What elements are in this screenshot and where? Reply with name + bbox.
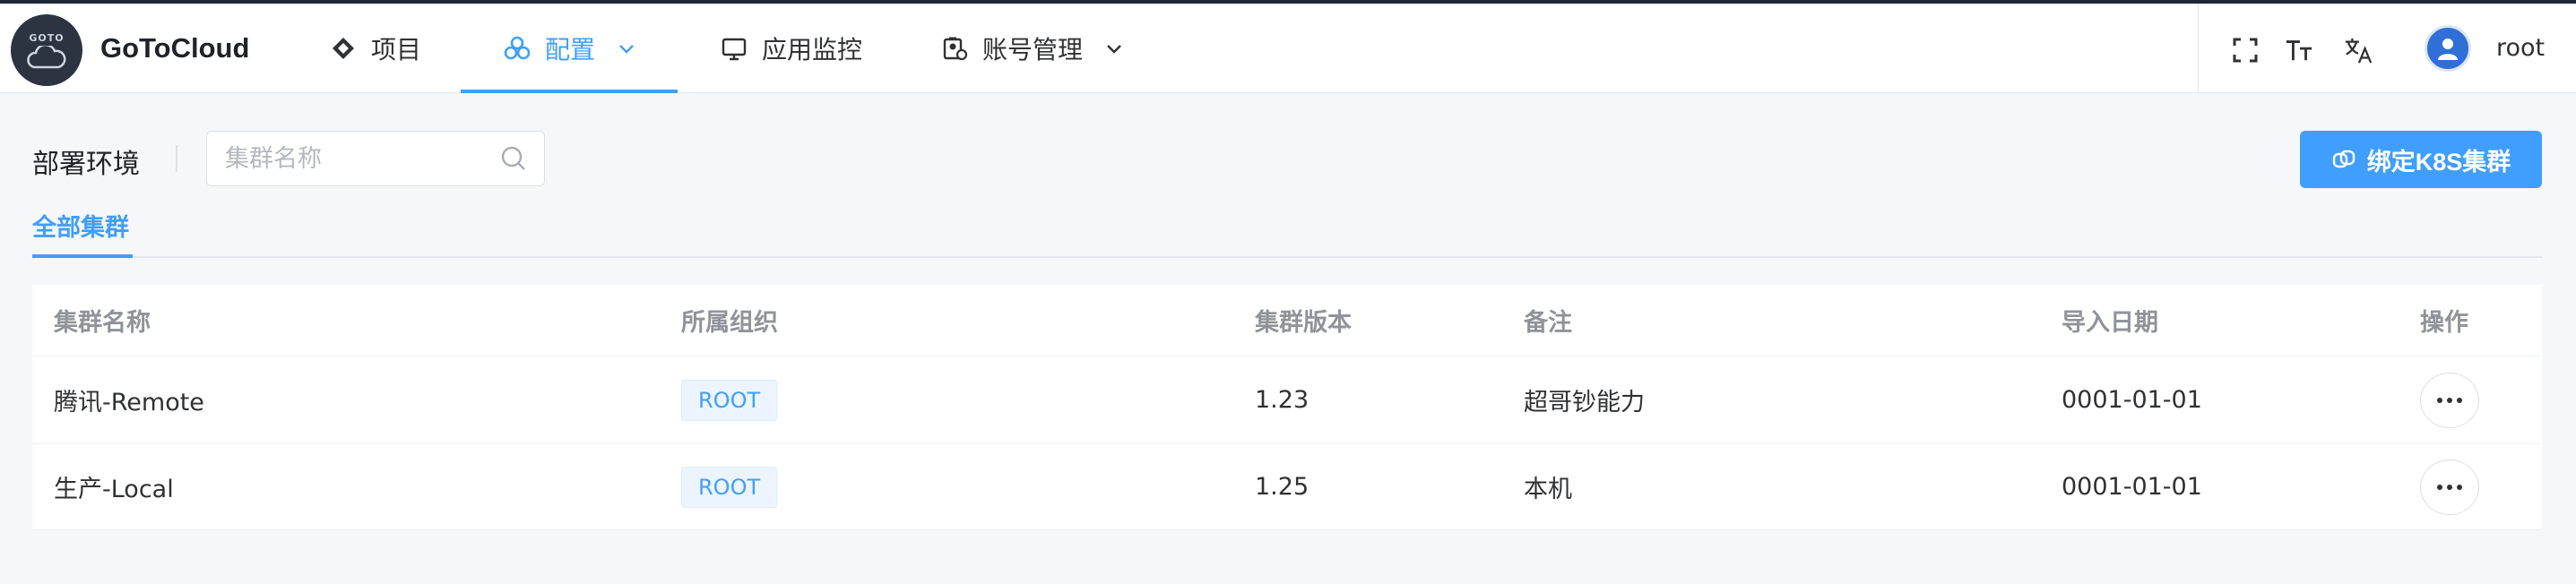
fullscreen-icon[interactable]: [2231, 36, 2260, 64]
user-icon: [2438, 39, 2458, 60]
nav-item-monitoring[interactable]: 应用监控: [721, 4, 862, 93]
more-dot: [2437, 397, 2442, 403]
org-cell: ROOT: [681, 444, 778, 529]
more-actions-button[interactable]: [2420, 459, 2479, 515]
brand-name: GoToCloud: [100, 32, 250, 64]
bind-k8s-cluster-button[interactable]: 绑定K8S集群: [2300, 131, 2542, 188]
cluster-table: 集群名称 所属组织 集群版本 备注 导入日期 操作 腾讯-Remote ROOT…: [32, 285, 2542, 530]
app-logo[interactable]: GOTO: [11, 14, 82, 86]
bind-button-label: 绑定K8S集群: [2366, 148, 2511, 176]
more-dot: [2447, 484, 2452, 490]
nav-label-projects: 项目: [371, 35, 422, 64]
chevron-down-icon: [619, 45, 634, 54]
cluster-note: 本机: [1524, 476, 1572, 503]
translate-icon[interactable]: [2344, 36, 2373, 64]
more-dot: [2457, 397, 2462, 403]
nav-item-projects[interactable]: 项目: [330, 4, 421, 93]
cluster-version: 1.25: [1255, 473, 1310, 501]
account-icon: [943, 37, 968, 61]
tabs-baseline: [32, 256, 2542, 258]
cluster-name: 生产-Local: [54, 476, 174, 503]
more-dot: [2457, 484, 2462, 490]
column-header: 集群版本: [1255, 309, 1352, 337]
import-date: 0001-01-01: [2062, 386, 2202, 414]
nav-item-accounts[interactable]: 账号管理: [941, 4, 1124, 93]
org-tag: ROOT: [681, 466, 778, 508]
nav-active-indicator: [461, 90, 678, 93]
avatar[interactable]: [2425, 25, 2471, 72]
column-header: 所属组织: [681, 309, 778, 337]
cluster-note: 超哥钞能力: [1524, 389, 1645, 417]
table-row: 腾讯-Remote ROOT 1.23 超哥钞能力 0001-01-01: [32, 356, 2542, 444]
font-size-icon[interactable]: [2285, 36, 2313, 64]
table-row: 生产-Local ROOT 1.25 本机 0001-01-01: [32, 444, 2542, 530]
cluster-name: 腾讯-Remote: [54, 389, 204, 417]
column-header: 集群名称: [54, 309, 151, 337]
app-header: GOTO GoToCloud 项目 配置 应用监控 账号管理 root: [0, 4, 2576, 93]
link-icon: [2332, 150, 2355, 168]
monitor-icon: [722, 38, 747, 61]
diamond-icon: [333, 38, 354, 59]
org-tag: ROOT: [681, 379, 778, 421]
tab-active-indicator: [32, 254, 133, 258]
import-date: 0001-01-01: [2062, 473, 2202, 501]
actions-cell: [2420, 356, 2479, 443]
nav-item-config[interactable]: 配置: [504, 4, 636, 93]
search-box[interactable]: [206, 131, 545, 186]
column-header: 导入日期: [2062, 309, 2158, 337]
cloud-icon: [27, 45, 66, 68]
org-cell: ROOT: [681, 356, 778, 443]
table-header: 集群名称 所属组织 集群版本 备注 导入日期 操作: [32, 285, 2542, 356]
nav-label-monitoring: 应用监控: [762, 35, 863, 64]
layers-icon: [504, 36, 531, 60]
header-actions: root: [2198, 4, 2576, 93]
more-actions-button[interactable]: [2420, 372, 2479, 428]
nav-label-accounts: 账号管理: [982, 35, 1084, 64]
more-dot: [2437, 484, 2442, 490]
chevron-down-icon: [1107, 45, 1121, 54]
nav-label-config: 配置: [545, 35, 596, 64]
column-header: 操作: [2420, 309, 2468, 337]
more-dot: [2447, 397, 2452, 403]
search-input[interactable]: [225, 132, 494, 185]
cluster-version: 1.23: [1255, 386, 1310, 414]
username[interactable]: root: [2496, 34, 2545, 62]
title-divider: [176, 145, 177, 172]
page-title: 部署环境: [32, 149, 140, 180]
logo-text: GOTO: [29, 31, 65, 44]
tab-all-clusters[interactable]: 全部集群: [32, 208, 129, 243]
search-icon[interactable]: [499, 144, 528, 173]
actions-cell: [2420, 444, 2479, 529]
column-header: 备注: [1524, 309, 1572, 337]
